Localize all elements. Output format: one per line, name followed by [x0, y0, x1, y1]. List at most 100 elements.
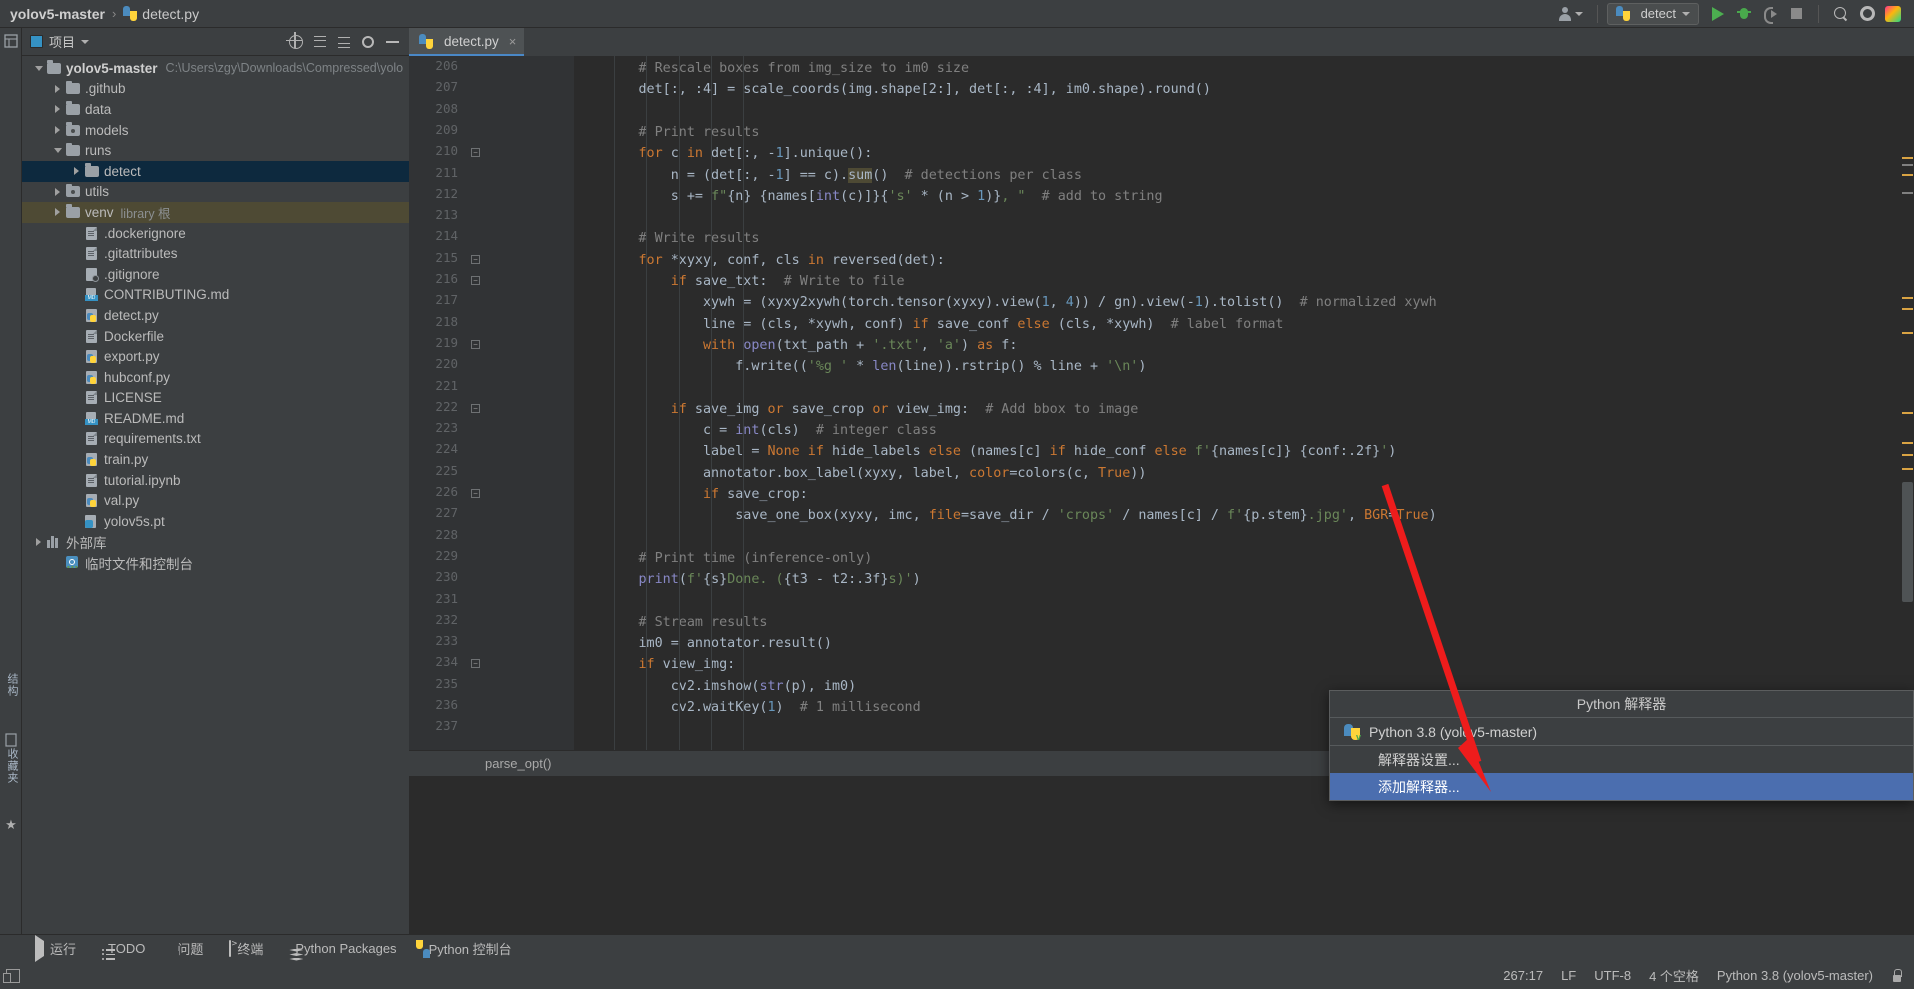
close-icon[interactable]: ×	[509, 34, 517, 49]
editor-marker-column[interactable]	[1900, 82, 1914, 750]
code-fold-icon[interactable]: −	[471, 339, 480, 349]
search-everywhere-button[interactable]	[1828, 2, 1854, 26]
tree-item-hubconf-py[interactable]: hubconf.py	[22, 367, 409, 388]
code-fold-icon[interactable]: −	[471, 254, 480, 264]
code-line[interactable]: print(f'{s}Done. ({t3 - t2:.3f}s)')	[574, 569, 921, 590]
tool-window-[interactable]: 问题	[158, 935, 216, 963]
tree-item-dockerignore[interactable]: .dockerignore	[22, 223, 409, 244]
inspection-marker[interactable]	[1902, 192, 1913, 194]
tree-item-val-py[interactable]: val.py	[22, 490, 409, 511]
toggle-tool-windows-icon[interactable]	[3, 968, 20, 983]
code-fold-icon[interactable]: −	[471, 659, 480, 669]
tree-expander-icon[interactable]	[32, 538, 45, 546]
lock-icon[interactable]	[1891, 969, 1902, 982]
inspection-marker[interactable]	[1902, 164, 1913, 166]
file-encoding[interactable]: UTF-8	[1594, 968, 1631, 983]
line-separator[interactable]: LF	[1561, 968, 1576, 983]
editor-scrollbar-thumb[interactable]	[1902, 482, 1913, 602]
tree-expander-icon[interactable]	[51, 126, 64, 134]
code-line[interactable]: # Rescale boxes from img_size to im0 siz…	[574, 58, 969, 79]
code-line[interactable]: # Print time (inference-only)	[574, 548, 872, 569]
hide-panel-button[interactable]	[381, 31, 403, 53]
tree-expander-icon[interactable]	[51, 105, 64, 113]
inspection-marker[interactable]	[1902, 412, 1913, 414]
tree-item-requirements-txt[interactable]: requirements.txt	[22, 429, 409, 450]
tree-item-license[interactable]: LICENSE	[22, 388, 409, 409]
tree-item-readme-md[interactable]: MD README.md	[22, 408, 409, 429]
tree-item-yolov5s-pt[interactable]: yolov5s.pt	[22, 511, 409, 532]
code-line[interactable]: line = (cls, *xywh, conf) if save_conf e…	[574, 314, 1284, 335]
tree-expander-icon[interactable]	[51, 188, 64, 196]
tree-item-venv[interactable]: venv library 根	[22, 202, 409, 223]
inspection-marker[interactable]	[1902, 157, 1913, 159]
bookmarks-strip-icon[interactable]	[4, 733, 18, 747]
tool-window-todo[interactable]: TODO	[89, 935, 158, 963]
tree-item-tutorial-ipynb[interactable]: tutorial.ipynb	[22, 470, 409, 491]
code-fold-icon[interactable]: −	[471, 276, 480, 285]
code-line[interactable]: if save_txt: # Write to file	[574, 271, 905, 292]
tree-item-train-py[interactable]: train.py	[22, 449, 409, 470]
popup-menu-item-2[interactable]: 添加解释器...	[1330, 773, 1913, 800]
code-line[interactable]: im0 = annotator.result()	[574, 633, 832, 654]
tree-expander-icon[interactable]	[51, 148, 64, 153]
code-line[interactable]: save_one_box(xyxy, imc, file=save_dir / …	[574, 505, 1436, 526]
code-fold-icon[interactable]: −	[471, 148, 480, 158]
settings-button[interactable]	[1854, 2, 1880, 26]
tree-item-detect-py[interactable]: detect.py	[22, 305, 409, 326]
tree-item-utils[interactable]: utils	[22, 182, 409, 203]
tree-item-contributing-md[interactable]: MD CONTRIBUTING.md	[22, 285, 409, 306]
scroll-from-source-button[interactable]	[285, 31, 307, 53]
star-icon[interactable]: ★	[4, 818, 18, 832]
breadcrumb-file[interactable]: detect.py	[142, 6, 199, 22]
sidebar-item-favorites[interactable]: 收藏夹	[2, 748, 20, 784]
tree-item-models[interactable]: models	[22, 120, 409, 141]
editor-gutter[interactable]: 206 207 208 209 210 − 211 212 213 214 215 − 216 − 217 2…	[409, 56, 574, 750]
tree-item-gitignore[interactable]: .gitignore	[22, 264, 409, 285]
tree-expander-icon[interactable]	[32, 66, 45, 71]
tree-expander-icon[interactable]	[51, 85, 64, 93]
inspection-marker[interactable]	[1902, 308, 1913, 310]
tree-item-[interactable]: 临时文件和控制台	[22, 552, 409, 573]
ide-logo-button[interactable]	[1880, 2, 1906, 26]
tree-item-data[interactable]: data	[22, 99, 409, 120]
project-strip-icon[interactable]	[4, 34, 18, 48]
tree-item-[interactable]: 外部库	[22, 532, 409, 553]
run-button[interactable]	[1705, 2, 1731, 26]
code-line[interactable]: cv2.imshow(str(p), im0)	[574, 676, 856, 697]
expand-button[interactable]	[333, 31, 355, 53]
code-line[interactable]: with open(txt_path + '.txt', 'a') as f:	[574, 335, 1017, 356]
code-line[interactable]: annotator.box_label(xyxy, label, color=c…	[574, 463, 1146, 484]
code-line[interactable]: s += f"{n} {names[int(c)]}{'s' * (n > 1)…	[574, 186, 1163, 207]
code-line[interactable]: for *xyxy, conf, cls in reversed(det):	[574, 250, 945, 271]
code-line[interactable]: if save_crop:	[574, 484, 808, 505]
inspection-marker[interactable]	[1902, 454, 1913, 456]
code-line[interactable]: f.write(('%g ' * len(line)).rstrip() % l…	[574, 356, 1146, 377]
python-interpreter-status[interactable]: Python 3.8 (yolov5-master)	[1717, 968, 1873, 983]
debug-button[interactable]	[1731, 2, 1757, 26]
code-line[interactable]: det[:, :4] = scale_coords(img.shape[2:],…	[574, 79, 1210, 100]
code-content[interactable]: # Rescale boxes from img_size to im0 siz…	[574, 56, 1914, 750]
tree-expander-icon[interactable]	[70, 167, 83, 175]
stop-button[interactable]	[1783, 2, 1809, 26]
popup-menu-item-1[interactable]: 解释器设置...	[1330, 746, 1913, 773]
code-fold-icon[interactable]: −	[471, 489, 480, 498]
inspection-marker[interactable]	[1902, 332, 1913, 334]
user-avatar-button[interactable]	[1554, 5, 1588, 22]
tree-item-github[interactable]: .github	[22, 79, 409, 100]
indent-setting[interactable]: 4 个空格	[1649, 966, 1699, 985]
sidebar-item-structure[interactable]: 结构	[2, 673, 20, 697]
chevron-down-icon[interactable]	[81, 39, 90, 44]
code-line[interactable]: c = int(cls) # integer class	[574, 420, 937, 441]
caret-position[interactable]: 267:17	[1503, 968, 1543, 983]
tree-item-detect[interactable]: detect	[22, 160, 409, 182]
popup-menu-item-0[interactable]: v Python 3.8 (yolov5-master)	[1330, 718, 1913, 745]
tool-window-python-packages[interactable]: Python Packages	[276, 935, 409, 963]
run-with-coverage-button[interactable]	[1757, 2, 1783, 26]
inspection-marker[interactable]	[1902, 442, 1913, 444]
run-configuration-selector[interactable]: detect	[1606, 2, 1699, 25]
project-tree[interactable]: yolov5-master C:\Users\zgy\Downloads\Comp…	[22, 56, 409, 934]
code-line[interactable]: for c in det[:, -1].unique():	[574, 143, 873, 164]
tree-item-gitattributes[interactable]: .gitattributes	[22, 243, 409, 264]
code-line[interactable]: cv2.waitKey(1) # 1 millisecond	[574, 697, 921, 718]
code-line[interactable]: xywh = (xyxy2xywh(torch.tensor(xyxy).vie…	[574, 292, 1437, 313]
